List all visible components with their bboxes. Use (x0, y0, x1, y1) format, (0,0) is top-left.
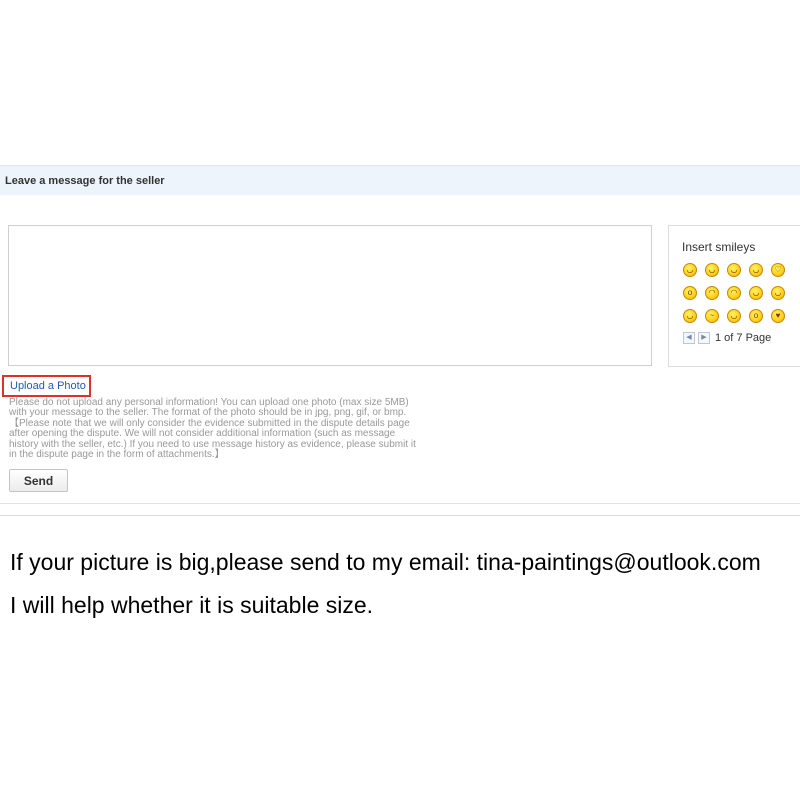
smiley-shy-icon[interactable]: ◡ (749, 263, 763, 277)
upload-notice: Please do not upload any personal inform… (9, 397, 454, 461)
smiley-panel: Insert smileys ◡ ◡ ◡ ◡ ♡ o ◠ ◠ ◡ ◡ ◡ ~ ◡… (668, 225, 800, 367)
next-page-button[interactable]: ▶ (698, 332, 710, 344)
smiley-happy-icon[interactable]: ◡ (683, 263, 697, 277)
divider (0, 503, 800, 504)
smiley-think-icon[interactable]: ~ (705, 309, 719, 323)
size-help-note: I will help whether it is suitable size. (10, 592, 374, 618)
smiley-love-icon[interactable]: ♥ (771, 309, 785, 323)
email-instruction: If your picture is big,please send to my… (10, 549, 761, 575)
upload-photo-link[interactable]: Upload a Photo (10, 380, 86, 392)
send-button[interactable]: Send (9, 469, 68, 492)
smiley-shout-icon[interactable]: o (683, 286, 697, 300)
smiley-cheer-icon[interactable]: ◡ (749, 286, 763, 300)
page-indicator: 1 of 7 Page (715, 332, 772, 344)
smiley-laugh-icon[interactable]: ◡ (705, 263, 719, 277)
smiley-surprise-icon[interactable]: o (749, 309, 763, 323)
smiley-tongue-icon[interactable]: ◡ (683, 309, 697, 323)
smiley-angry-icon[interactable]: ◠ (705, 286, 719, 300)
prev-page-button[interactable]: ◀ (683, 332, 695, 344)
upload-photo-highlight: Upload a Photo (2, 375, 91, 397)
smiley-wink-icon[interactable]: ◡ (727, 263, 741, 277)
message-textarea[interactable] (8, 225, 652, 366)
smiley-sweat-icon[interactable]: ◡ (727, 309, 741, 323)
smiley-cry-icon[interactable]: ◠ (727, 286, 741, 300)
notice-line: in the dispute page in the form of attac… (9, 449, 225, 461)
message-section-header: Leave a message for the seller (0, 165, 800, 195)
smiley-kiss-icon[interactable]: ♡ (771, 263, 785, 277)
message-section-title: Leave a message for the seller (5, 175, 165, 187)
smiley-hug-icon[interactable]: ◡ (771, 286, 785, 300)
smiley-panel-title: Insert smileys (682, 240, 756, 254)
divider (0, 515, 800, 516)
